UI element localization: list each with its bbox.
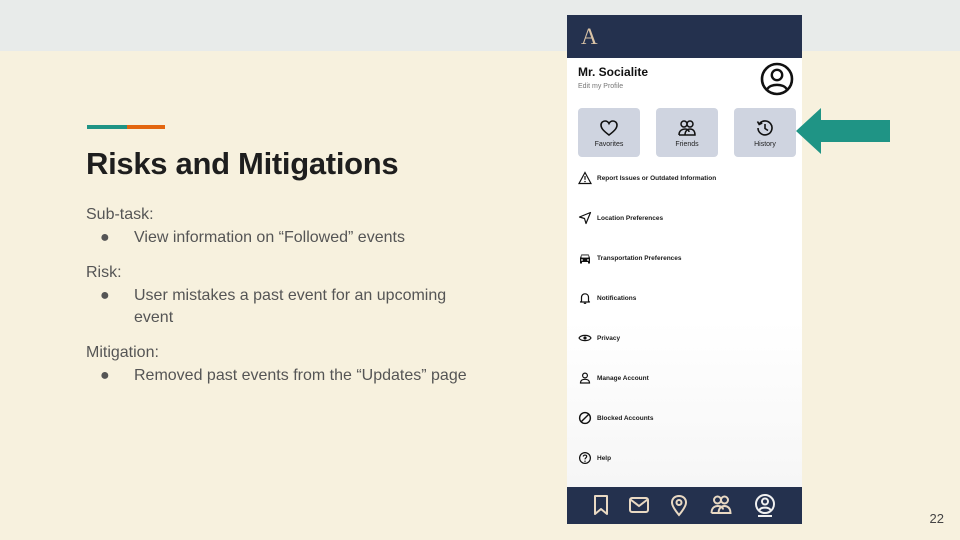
menu-item-help[interactable]: Help [578, 449, 611, 467]
section-risk: Risk: ● User mistakes a past event for an… [86, 263, 486, 329]
tab-messages[interactable] [627, 493, 651, 517]
menu-item-label: Help [597, 454, 612, 462]
car-icon [580, 254, 590, 264]
history-icon [756, 120, 773, 136]
profile-icon [755, 494, 775, 517]
section-label: Risk: [86, 264, 122, 281]
history-label: History [754, 141, 776, 148]
friends-icon [678, 120, 696, 136]
bullet-item: ● Removed past events from the “Updates” … [86, 365, 486, 387]
warning-icon [578, 171, 592, 185]
friends-button[interactable]: Friends [656, 108, 718, 157]
bookmark-icon [594, 495, 608, 515]
bullet-dot: ● [100, 229, 110, 246]
callout-arrow-icon [796, 108, 890, 154]
eye-icon [578, 334, 592, 342]
menu-item-label: Privacy [597, 334, 621, 342]
menu-item-label: Blocked Accounts [597, 414, 654, 422]
bullet-text: User mistakes a past event for an upcomi… [134, 287, 447, 326]
menu-item-location-preferences[interactable]: Location Preferences [578, 209, 663, 227]
help-icon [578, 451, 592, 465]
tab-map[interactable] [667, 493, 691, 517]
history-button[interactable]: History [734, 108, 796, 157]
section-mitigation: Mitigation: ● Removed past events from th… [86, 343, 486, 387]
menu-item-blocked-accounts[interactable]: Blocked Accounts [578, 409, 653, 427]
bullet-list: ● User mistakes a past event for an upcom… [86, 285, 486, 329]
accent-bar-teal [87, 125, 127, 129]
app-header: A [567, 15, 802, 58]
accent-bar-orange [127, 125, 165, 129]
heart-icon [600, 120, 618, 137]
tab-profile[interactable] [753, 493, 777, 517]
phone-screenshot: A Mr. Socialite Edit my Profile Favorite… [567, 15, 802, 524]
profile-name: Mr. Socialite [578, 65, 649, 79]
bullet-list: ● View information on “Followed” events [86, 227, 486, 249]
block-icon [578, 411, 592, 425]
bell-icon [579, 293, 591, 304]
favorites-label: Favorites [594, 141, 624, 148]
bullet-text: Removed past events from the “Updates” p… [134, 367, 467, 384]
bullet-item: ● User mistakes a past event for an upcom… [86, 285, 486, 329]
location-arrow-icon [578, 211, 592, 225]
menu-item-manage-account[interactable]: Manage Account [578, 369, 649, 387]
friends-icon [710, 495, 732, 514]
bullet-list: ● Removed past events from the “Updates” … [86, 365, 486, 387]
menu-item-label: Manage Account [597, 374, 649, 382]
menu-item-label: Notifications [597, 294, 637, 302]
menu-item-label: Transportation Preferences [597, 254, 682, 262]
bullet-dot: ● [100, 367, 110, 384]
slide-title: Risks and Mitigations [86, 146, 399, 181]
slide-body: Sub-task: ● View information on “Followed… [86, 205, 486, 401]
bullet-dot: ● [100, 287, 110, 304]
edit-profile-link[interactable]: Edit my Profile [578, 83, 623, 90]
header-band [0, 0, 960, 51]
menu-item-report-issues[interactable]: Report Issues or Outdated Information [578, 169, 716, 187]
user-circle-icon[interactable] [760, 62, 794, 96]
map-pin-icon [670, 494, 688, 517]
tab-bookmarks[interactable] [589, 493, 613, 517]
bullet-item: ● View information on “Followed” events [86, 227, 486, 249]
menu-item-label: Location Preferences [597, 214, 664, 222]
menu-item-notifications[interactable]: Notifications [578, 289, 636, 307]
app-logo: A [581, 24, 598, 49]
friends-label: Friends [675, 141, 699, 148]
tab-friends[interactable] [709, 493, 733, 517]
bullet-text: View information on “Followed” events [134, 229, 405, 246]
page-number: 22 [929, 511, 944, 526]
menu-item-transportation-preferences[interactable]: Transportation Preferences [578, 249, 682, 267]
mail-icon [629, 497, 649, 513]
menu-item-label: Report Issues or Outdated Information [597, 174, 717, 182]
menu-item-privacy[interactable]: Privacy [578, 329, 620, 347]
section-label: Sub-task: [86, 206, 154, 223]
section-label: Mitigation: [86, 344, 159, 361]
person-icon [579, 372, 591, 384]
favorites-button[interactable]: Favorites [578, 108, 640, 157]
bottom-tab-bar [567, 487, 802, 524]
section-subtask: Sub-task: ● View information on “Followed… [86, 205, 486, 249]
